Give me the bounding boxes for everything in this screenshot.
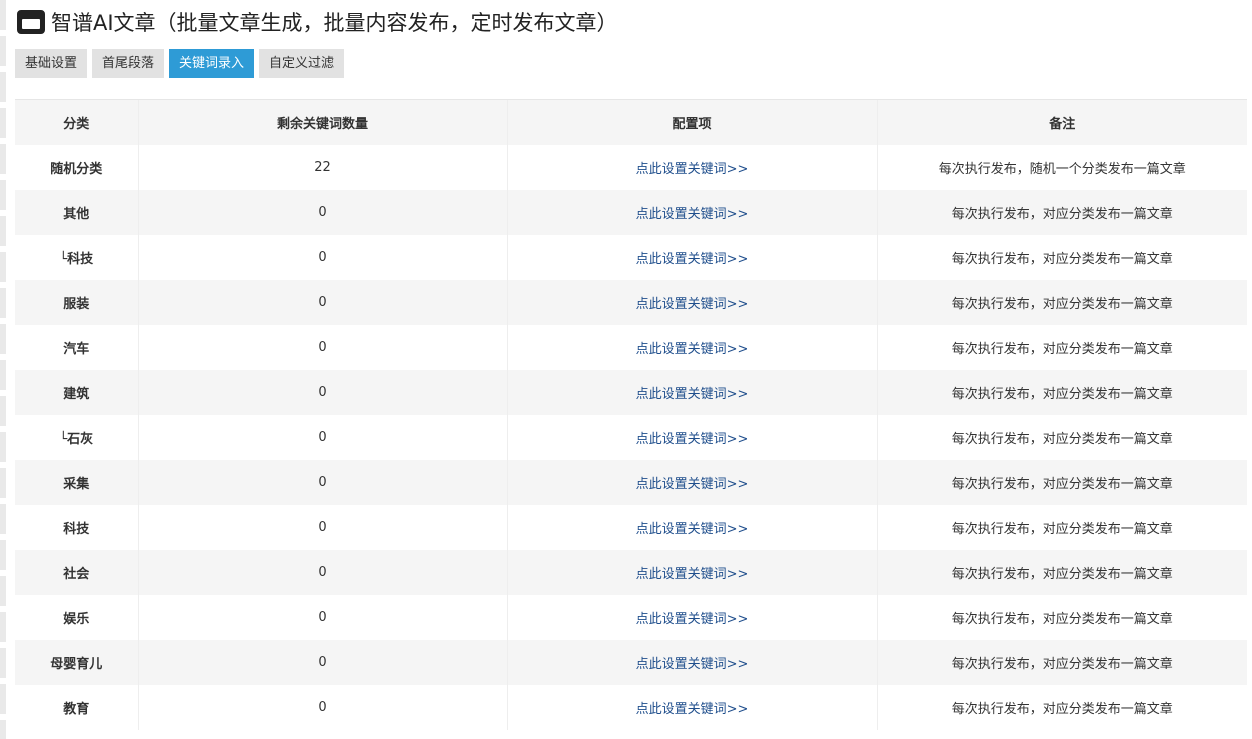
keyword-count-cell: 0 — [137, 595, 507, 640]
category-cell: 娱乐 — [63, 612, 90, 627]
keyword-count-cell: 0 — [137, 505, 507, 550]
set-keywords-link[interactable]: 点此设置关键词>> — [636, 522, 749, 537]
set-keywords-link[interactable]: 点此设置关键词>> — [636, 387, 749, 402]
config-cell: 点此设置关键词>> — [506, 235, 877, 280]
config-cell: 点此设置关键词>> — [506, 280, 877, 325]
tab-keyword-entry[interactable]: 关键词录入 — [169, 49, 255, 78]
set-keywords-link[interactable]: 点此设置关键词>> — [636, 252, 749, 267]
config-cell: 点此设置关键词>> — [506, 325, 877, 370]
table-row: └科技 0 点此设置关键词>> 每次执行发布，对应分类发布一篇文章 — [15, 235, 1247, 280]
category-cell: 建筑 — [63, 387, 90, 402]
keyword-count-cell: 0 — [137, 190, 507, 235]
table-row: 服装 0 点此设置关键词>> 每次执行发布，对应分类发布一篇文章 — [15, 280, 1247, 325]
category-cell: └科技 — [59, 252, 94, 267]
note-cell: 每次执行发布，对应分类发布一篇文章 — [876, 685, 1247, 730]
set-keywords-link[interactable]: 点此设置关键词>> — [636, 657, 749, 672]
config-cell: 点此设置关键词>> — [506, 550, 877, 595]
window-icon — [17, 10, 45, 34]
config-cell: 点此设置关键词>> — [506, 190, 877, 235]
tab-custom-filter[interactable]: 自定义过滤 — [259, 49, 345, 78]
keyword-count-cell: 0 — [137, 280, 507, 325]
note-cell: 每次执行发布，随机一个分类发布一篇文章 — [876, 145, 1247, 190]
table-body: 随机分类 22 点此设置关键词>> 每次执行发布，随机一个分类发布一篇文章其他 0 点此设… — [15, 145, 1247, 730]
keyword-count-cell: 0 — [137, 460, 507, 505]
note-cell: 每次执行发布，对应分类发布一篇文章 — [876, 505, 1247, 550]
set-keywords-link[interactable]: 点此设置关键词>> — [636, 702, 749, 717]
table-row: 其他 0 点此设置关键词>> 每次执行发布，对应分类发布一篇文章 — [15, 190, 1247, 235]
table-row: └石灰 0 点此设置关键词>> 每次执行发布，对应分类发布一篇文章 — [15, 415, 1247, 460]
keyword-count-cell: 22 — [137, 145, 507, 190]
category-cell: 教育 — [63, 702, 90, 717]
category-cell: 服装 — [63, 297, 90, 312]
table-row: 建筑 0 点此设置关键词>> 每次执行发布，对应分类发布一篇文章 — [15, 370, 1247, 415]
page-header: 智谱AI文章（批量文章生成，批量内容发布，定时发布文章） — [17, 7, 618, 37]
tab-head-tail-paragraphs[interactable]: 首尾段落 — [92, 49, 165, 78]
category-cell: 科技 — [63, 522, 90, 537]
keyword-count-cell: 0 — [137, 550, 507, 595]
note-cell: 每次执行发布，对应分类发布一篇文章 — [876, 415, 1247, 460]
category-cell: 其他 — [63, 207, 90, 222]
note-cell: 每次执行发布，对应分类发布一篇文章 — [876, 550, 1247, 595]
column-header-category: 分类 — [63, 117, 90, 132]
set-keywords-link[interactable]: 点此设置关键词>> — [636, 432, 749, 447]
set-keywords-link[interactable]: 点此设置关键词>> — [636, 477, 749, 492]
table-row: 教育 0 点此设置关键词>> 每次执行发布，对应分类发布一篇文章 — [15, 685, 1247, 730]
config-cell: 点此设置关键词>> — [506, 505, 877, 550]
keyword-count-cell: 0 — [137, 325, 507, 370]
set-keywords-link[interactable]: 点此设置关键词>> — [636, 297, 749, 312]
config-cell: 点此设置关键词>> — [506, 640, 877, 685]
note-cell: 每次执行发布，对应分类发布一篇文章 — [876, 595, 1247, 640]
config-cell: 点此设置关键词>> — [506, 370, 877, 415]
keyword-count-cell: 0 — [137, 640, 507, 685]
category-cell: 汽车 — [63, 342, 90, 357]
note-cell: 每次执行发布，对应分类发布一篇文章 — [876, 190, 1247, 235]
set-keywords-link[interactable]: 点此设置关键词>> — [636, 207, 749, 222]
table-row: 娱乐 0 点此设置关键词>> 每次执行发布，对应分类发布一篇文章 — [15, 595, 1247, 640]
tab-basic-settings[interactable]: 基础设置 — [15, 49, 88, 78]
category-cell: 母婴育儿 — [50, 657, 103, 672]
category-cell: 采集 — [63, 477, 90, 492]
note-cell: 每次执行发布，对应分类发布一篇文章 — [876, 235, 1247, 280]
note-cell: 每次执行发布，对应分类发布一篇文章 — [876, 280, 1247, 325]
column-header-config: 配置项 — [506, 100, 877, 145]
category-cell: 随机分类 — [50, 162, 103, 177]
set-keywords-link[interactable]: 点此设置关键词>> — [636, 342, 749, 357]
keyword-count-cell: 0 — [137, 370, 507, 415]
keyword-count-cell: 0 — [137, 235, 507, 280]
table-row: 社会 0 点此设置关键词>> 每次执行发布，对应分类发布一篇文章 — [15, 550, 1247, 595]
table-row: 母婴育儿 0 点此设置关键词>> 每次执行发布，对应分类发布一篇文章 — [15, 640, 1247, 685]
keyword-count-cell: 0 — [137, 415, 507, 460]
note-cell: 每次执行发布，对应分类发布一篇文章 — [876, 370, 1247, 415]
set-keywords-link[interactable]: 点此设置关键词>> — [636, 612, 749, 627]
column-header-note: 备注 — [876, 100, 1247, 145]
config-cell: 点此设置关键词>> — [506, 145, 877, 190]
config-cell: 点此设置关键词>> — [506, 595, 877, 640]
keyword-table: 分类 剩余关键词数量 配置项 备注 随机分类 22 点此设置关键词>> 每次执行发布，… — [15, 99, 1247, 730]
table-row: 科技 0 点此设置关键词>> 每次执行发布，对应分类发布一篇文章 — [15, 505, 1247, 550]
tab-bar: 基础设置 首尾段落 关键词录入 自定义过滤 — [15, 49, 349, 78]
page-title: 智谱AI文章（批量文章生成，批量内容发布，定时发布文章） — [51, 11, 618, 35]
category-cell: └石灰 — [59, 432, 94, 447]
table-row: 汽车 0 点此设置关键词>> 每次执行发布，对应分类发布一篇文章 — [15, 325, 1247, 370]
note-cell: 每次执行发布，对应分类发布一篇文章 — [876, 460, 1247, 505]
left-edge-strip — [0, 0, 6, 739]
table-row: 随机分类 22 点此设置关键词>> 每次执行发布，随机一个分类发布一篇文章 — [15, 145, 1247, 190]
keyword-count-cell: 0 — [137, 685, 507, 730]
column-header-remaining-count: 剩余关键词数量 — [137, 100, 507, 145]
set-keywords-link[interactable]: 点此设置关键词>> — [636, 567, 749, 582]
table-row: 采集 0 点此设置关键词>> 每次执行发布，对应分类发布一篇文章 — [15, 460, 1247, 505]
config-cell: 点此设置关键词>> — [506, 685, 877, 730]
note-cell: 每次执行发布，对应分类发布一篇文章 — [876, 325, 1247, 370]
set-keywords-link[interactable]: 点此设置关键词>> — [636, 162, 749, 177]
config-cell: 点此设置关键词>> — [506, 415, 877, 460]
config-cell: 点此设置关键词>> — [506, 460, 877, 505]
category-cell: 社会 — [63, 567, 90, 582]
table-header-row: 分类 剩余关键词数量 配置项 备注 — [15, 100, 1247, 145]
note-cell: 每次执行发布，对应分类发布一篇文章 — [876, 640, 1247, 685]
